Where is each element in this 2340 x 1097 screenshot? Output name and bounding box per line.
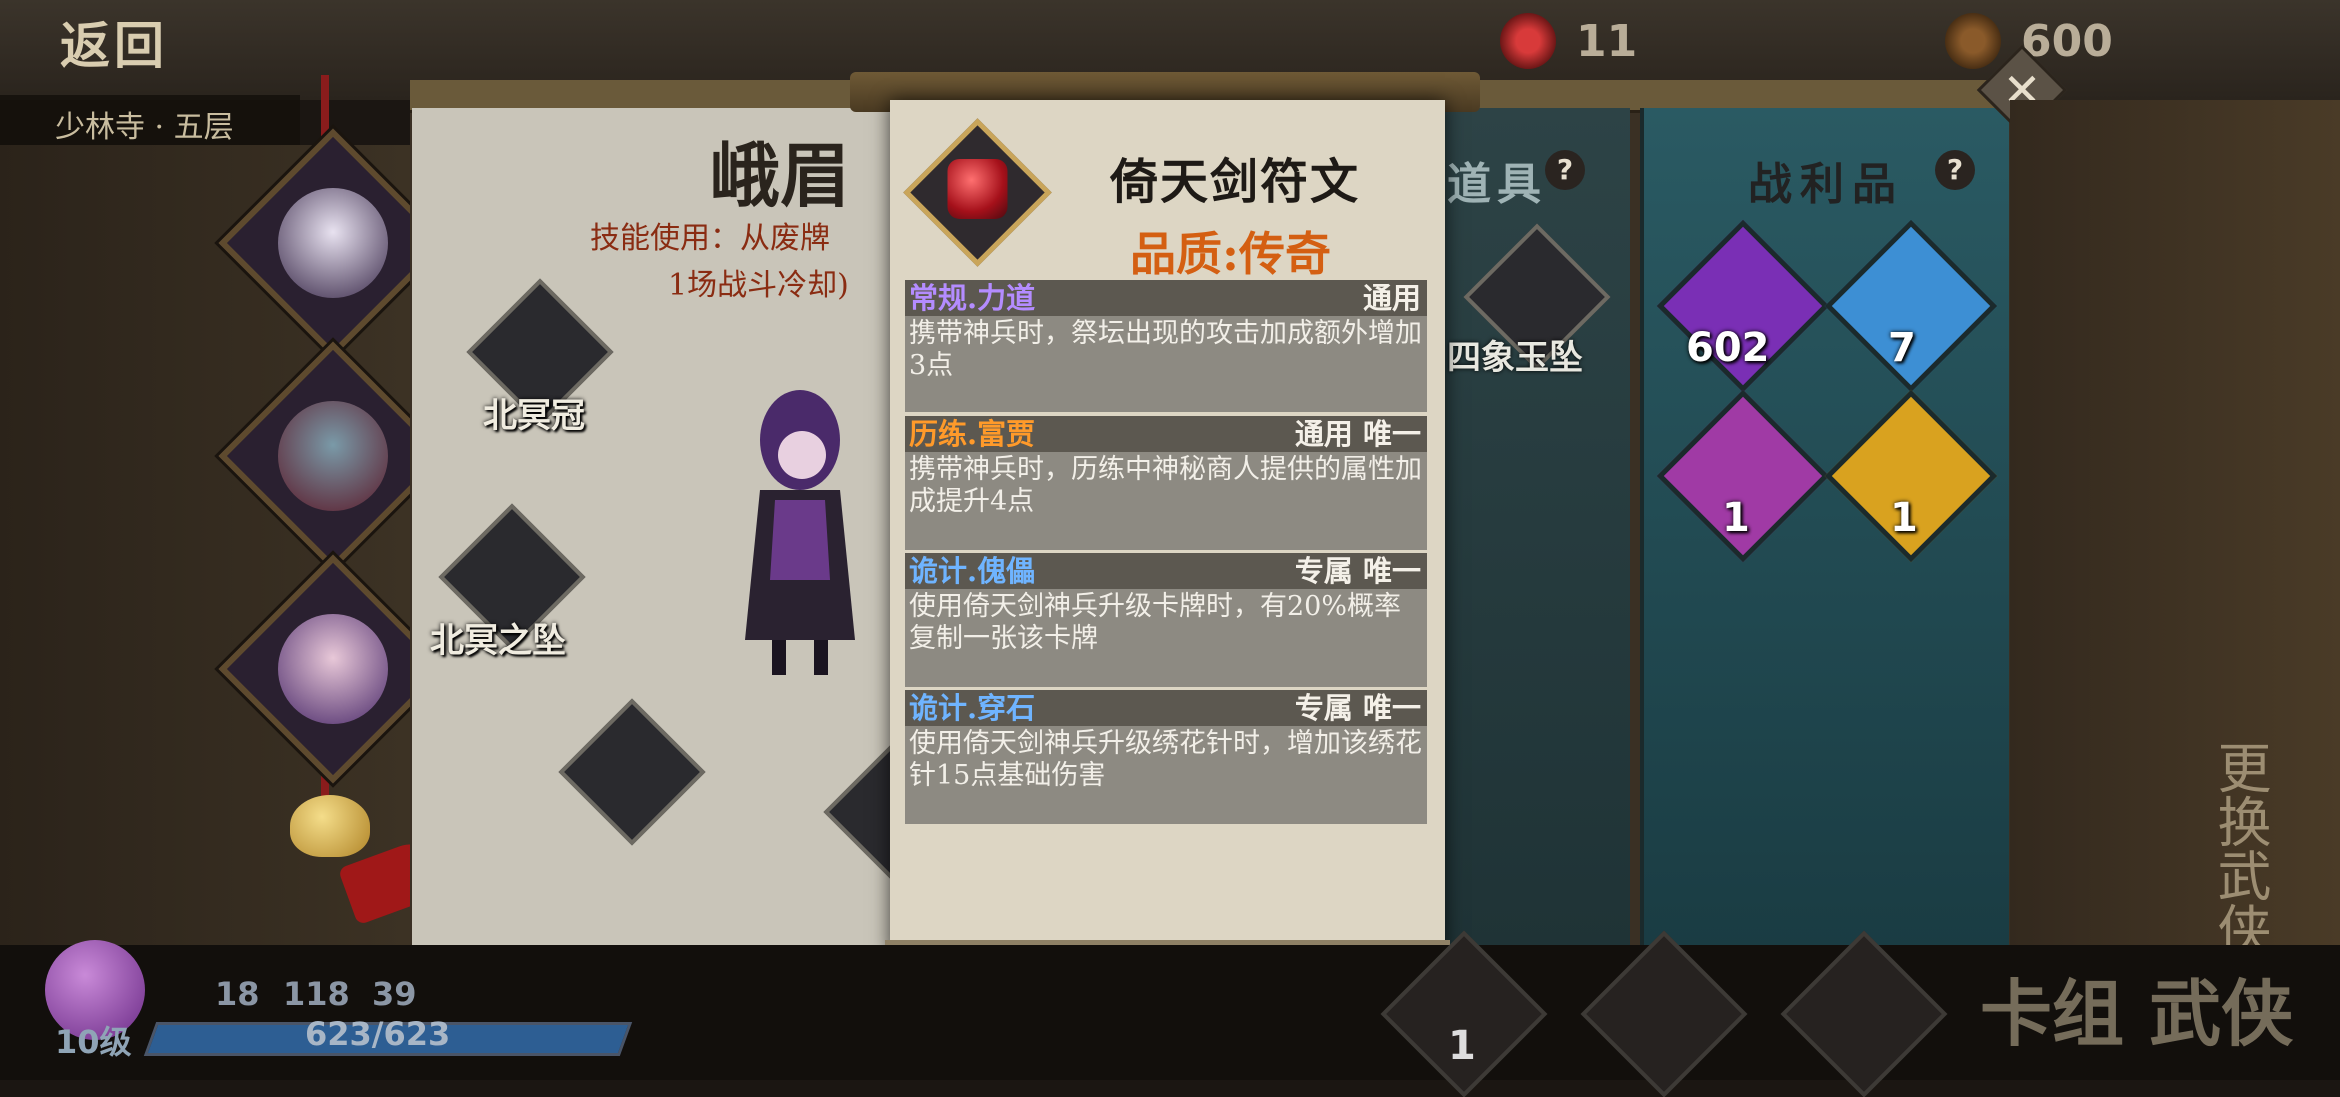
rune-quality: 品质:传奇 bbox=[1130, 227, 1331, 281]
red-token-icon bbox=[1500, 13, 1556, 69]
portrait-image bbox=[278, 401, 388, 511]
skill-text-2: 1场战斗冷却) bbox=[668, 268, 849, 303]
rune-title: 倚天剑符文 bbox=[1110, 154, 1361, 210]
section-name: 常规.力道 bbox=[909, 281, 1036, 315]
back-button[interactable]: 返回 bbox=[60, 6, 168, 78]
section-header-2: 历练.富贾 通用 唯一 bbox=[905, 416, 1427, 452]
stat-3: 39 bbox=[372, 975, 417, 1013]
section-body-2: 携带神兵时，历练中神秘商人提供的属性加成提升4点 bbox=[905, 452, 1427, 550]
loot-count-4: 1 bbox=[1890, 495, 1918, 541]
right-decoration bbox=[2010, 100, 2340, 950]
bell-icon bbox=[290, 795, 370, 857]
section-tag: 通用 唯一 bbox=[1294, 417, 1421, 451]
loot-help-icon[interactable]: ? bbox=[1935, 150, 1975, 190]
character-sprite bbox=[745, 390, 855, 675]
deck-button[interactable]: 卡组 武侠 bbox=[1980, 955, 2293, 1060]
location-label: 少林寺 · 五层 bbox=[0, 95, 300, 147]
portrait-image bbox=[278, 614, 388, 724]
loot-panel bbox=[1640, 108, 2009, 948]
section-name: 历练.富贾 bbox=[909, 417, 1036, 451]
section-name: 诡计.穿石 bbox=[909, 691, 1036, 725]
gem-inner bbox=[947, 158, 1008, 219]
location-text: 少林寺 · 五层 bbox=[55, 110, 234, 145]
section-header-4: 诡计.穿石 专属 唯一 bbox=[905, 690, 1427, 726]
loot-count-3: 1 bbox=[1722, 495, 1750, 541]
item-name-label: 四象玉坠 bbox=[1447, 338, 1583, 378]
swap-hero-button[interactable]: 更换武侠 bbox=[2200, 740, 2279, 956]
skill-text-1: 技能使用：从废牌 bbox=[590, 221, 830, 256]
equipment-label-1: 北冥冠 bbox=[483, 396, 585, 436]
portrait-image bbox=[278, 188, 388, 298]
bottom-card-count: 1 bbox=[1448, 1023, 1476, 1069]
stat-2: 118 bbox=[283, 975, 350, 1013]
section-name: 诡计.傀儡 bbox=[909, 554, 1036, 588]
section-tag: 专属 唯一 bbox=[1294, 691, 1421, 725]
currency-1-value: 11 bbox=[1576, 15, 1638, 67]
equipment-label-2: 北冥之坠 bbox=[430, 621, 566, 661]
loot-count-2: 7 bbox=[1888, 325, 1916, 371]
section-header-1: 常规.力道 通用 bbox=[905, 280, 1427, 316]
loot-count-1: 602 bbox=[1686, 325, 1770, 371]
section-body-4: 使用倚天剑神兵升级绣花针时，增加该绣花针15点基础伤害 bbox=[905, 726, 1427, 824]
section-tag: 专属 唯一 bbox=[1294, 554, 1421, 588]
loot-panel-title: 战利品 bbox=[1748, 159, 1904, 210]
player-level: 10级 bbox=[55, 1023, 132, 1061]
stat-attack: 18 bbox=[215, 975, 260, 1013]
character-name: 峨眉 bbox=[710, 134, 850, 217]
section-body-3: 使用倚天剑神兵升级卡牌时，有20%概率复制一张该卡牌 bbox=[905, 589, 1427, 687]
items-label: 道具 bbox=[1447, 159, 1547, 210]
section-body-1: 携带神兵时，祭坛出现的攻击加成额外增加3点 bbox=[905, 316, 1427, 412]
section-tag: 通用 bbox=[1362, 281, 1421, 315]
currency-1: 11 bbox=[1500, 8, 1637, 74]
section-header-3: 诡计.傀儡 专属 唯一 bbox=[905, 553, 1427, 589]
items-panel-title: 道具 bbox=[1447, 148, 1547, 212]
hp-text: 623/623 bbox=[305, 1015, 451, 1053]
items-help-icon[interactable]: ? bbox=[1545, 150, 1585, 190]
